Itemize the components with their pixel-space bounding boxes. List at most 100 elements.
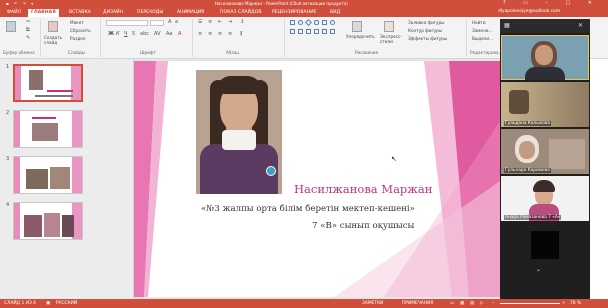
reset-button[interactable]: Сбросить [70,28,91,33]
shape-effects-button[interactable]: Эффекты фигуры [408,36,447,41]
school-badge [266,166,276,176]
quick-styles-icon[interactable] [384,21,394,32]
participant-tile[interactable]: Гульдана Калыкова [501,82,589,127]
align-center-icon[interactable]: ≡ [208,31,212,37]
circle-shape-icon[interactable] [330,20,335,25]
spacing-icon[interactable]: AV [154,31,161,37]
current-slide[interactable]: Насилжанова Маржан «№3 жалпы орта білім … [134,61,500,297]
view-slideshow-icon[interactable]: ▷ [480,301,483,306]
slide-thumbnail-1[interactable] [13,64,83,102]
zoom-level[interactable]: 78 % [570,301,581,306]
slide-editor-area: Насилжанова Маржан «№3 жалпы орта білім … [134,59,500,299]
participant-tile[interactable] [501,223,589,268]
zoom-in-icon[interactable]: + [562,301,566,306]
shape-fill-button[interactable]: Заливка фигуры [408,20,445,25]
shrink-font-icon[interactable]: a [175,19,178,25]
justify-icon[interactable]: ≡ [228,31,232,37]
diamond-shape-icon[interactable] [304,18,313,27]
select-button[interactable]: Выдели... [472,36,493,41]
school-name-text[interactable]: «№3 жалпы орта білім беретін мектеп-кеше… [201,204,415,214]
slide-thumbnail-4[interactable] [13,202,83,240]
shadow-icon[interactable]: S [132,31,135,37]
paste-icon[interactable] [6,21,16,32]
new-slide-icon[interactable] [48,21,58,32]
tab-animation[interactable]: АНИМАЦИЯ [174,9,207,17]
line-spacing-icon[interactable]: ↕ [240,19,244,25]
font-size-field[interactable] [150,20,164,26]
thumbnail-text [47,90,73,92]
align-right-icon[interactable]: ≡ [218,31,222,37]
close-icon[interactable]: ✕ [578,22,583,29]
clipboard-group-label: Буфер обмена [3,50,35,55]
star-shape-icon[interactable] [314,29,319,34]
arrange-icon[interactable] [352,21,362,32]
comments-button[interactable]: ПРИМЕЧАНИЯ [402,301,433,306]
strikethrough-icon[interactable]: abc [140,31,149,37]
columns-icon[interactable]: ⫼ [240,31,242,37]
tab-view[interactable]: ВИД [327,9,343,17]
view-normal-icon[interactable]: ▭ [450,301,454,306]
find-button[interactable]: Найти [472,20,486,25]
new-slide-button[interactable]: Создать слайд [44,35,66,45]
participant-tile[interactable]: Гульнара Каримова [501,129,589,174]
tab-transitions[interactable]: ПЕРЕХОДЫ [134,9,166,17]
replace-button[interactable]: Замени... [472,28,492,33]
thumbnail-number: 1 [6,64,10,70]
slide-thumbnail-3[interactable] [13,156,83,194]
view-reading-icon[interactable]: ▤ [470,301,474,306]
oval-shape-icon[interactable] [298,20,303,25]
zoom-out-icon[interactable]: – [492,301,494,306]
arrow-shape-icon[interactable] [322,20,327,25]
italic-icon[interactable]: К [116,31,120,37]
notes-button[interactable]: ЗАМЕТКИ [362,301,383,306]
scroll-down-icon[interactable]: ⌄ [536,266,541,273]
layout-button[interactable]: Макет [70,20,84,25]
window-controls[interactable]: ? ▭ – ▢ ✕ [503,0,600,6]
participant-tile[interactable] [501,35,589,80]
photo-detail [216,76,262,94]
tab-file[interactable]: ФАЙЛ [4,9,24,17]
copy-icon[interactable]: ⧉ [26,27,30,33]
bullets-icon[interactable]: ☰ [198,19,202,25]
callout-shape-icon[interactable] [322,29,327,34]
cut-icon[interactable]: ✂ [26,19,30,25]
shape-outline-button[interactable]: Контур фигуры [408,28,442,33]
class-text[interactable]: 7 «В» сынып оқушысы [312,221,414,231]
tab-design[interactable]: ДИЗАЙН [100,9,126,17]
tab-insert[interactable]: ВСТАВКА [66,9,94,17]
align-left-icon[interactable]: ≡ [198,31,202,37]
increase-indent-icon[interactable]: ⇥ [228,19,232,25]
triangle-shape-icon[interactable] [298,29,303,34]
change-case-icon[interactable]: Aa [166,31,172,37]
rectangle-shape-icon[interactable] [290,20,295,25]
layout-icon[interactable]: ▦ [504,22,510,29]
grow-font-icon[interactable]: A [168,19,171,25]
format-painter-icon[interactable]: ✎ [26,35,30,41]
quick-styles-button[interactable]: Экспресс-стили [380,34,402,44]
brace-shape-icon[interactable] [306,29,311,34]
line-shape-icon[interactable] [290,29,295,34]
rounded-rect-shape-icon[interactable] [314,20,319,25]
numbering-icon[interactable]: ≡ [208,19,212,25]
student-photo[interactable] [196,70,282,194]
section-button[interactable]: Раздел [70,36,85,41]
tab-slideshow[interactable]: ПОКАЗ СЛАЙДОВ [217,9,264,17]
account-email[interactable]: dlyapolovoiye@outlook.com [498,9,560,14]
spellcheck-icon[interactable]: ▣ [46,301,50,306]
zoom-slider[interactable] [500,303,560,304]
bold-icon[interactable]: Ж [108,31,114,37]
font-name-field[interactable] [106,20,148,26]
tab-home[interactable]: ГЛАВНАЯ [28,9,59,17]
tab-review[interactable]: РЕЦЕНЗИРОВАНИЕ [269,9,319,17]
language-indicator[interactable]: РУССКИЙ [56,301,77,306]
more-shapes-icon[interactable] [330,29,335,34]
underline-icon[interactable]: Ч [124,31,127,37]
quick-access-toolbar[interactable]: ▪ ↶ ↷ ▾ [6,1,35,6]
student-name-text[interactable]: Насилжанова Маржан [294,182,432,196]
view-sorter-icon[interactable]: ▦ [460,301,464,306]
decrease-indent-icon[interactable]: ⇤ [218,19,222,25]
slide-thumbnail-2[interactable] [13,110,83,148]
font-color-icon[interactable]: A [178,31,181,37]
arrange-button[interactable]: Упорядочить [346,34,375,39]
participant-tile[interactable]: Анара Рамазанова 7 «А» [501,176,589,221]
